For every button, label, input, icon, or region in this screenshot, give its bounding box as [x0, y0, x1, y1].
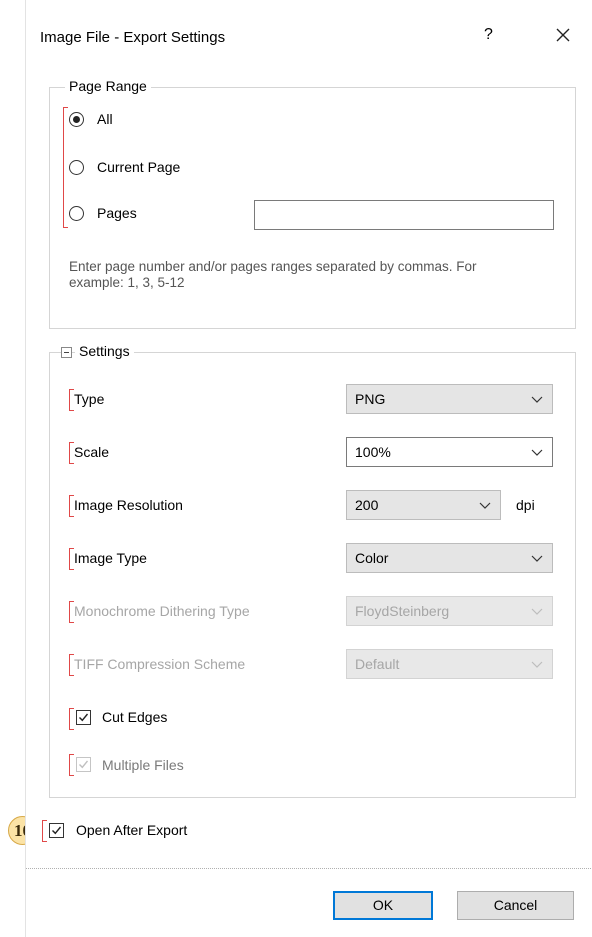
image-type-label: Image Type	[74, 550, 147, 566]
callout-bracket-1	[63, 107, 68, 228]
scale-value: 100%	[355, 444, 391, 460]
tiff-compression-label: TIFF Compression Scheme	[74, 656, 246, 672]
chevron-down-icon	[531, 396, 543, 403]
open-after-export-label: Open After Export	[76, 822, 188, 838]
pages-input[interactable]	[254, 200, 554, 230]
chevron-down-icon	[531, 449, 543, 456]
checkmark-icon	[52, 826, 62, 835]
dialog-title: Image File - Export Settings	[40, 29, 226, 46]
multiple-files-checkbox[interactable]	[76, 757, 91, 772]
tiff-compression-value: Default	[355, 656, 400, 672]
collapse-expander-icon[interactable]	[61, 347, 72, 358]
open-after-export-checkbox[interactable]	[49, 823, 64, 838]
dithering-value: FloydSteinberg	[355, 603, 450, 619]
tiff-compression-select[interactable]: Default	[346, 649, 553, 679]
dithering-label: Monochrome Dithering Type	[74, 603, 250, 619]
footer-separator	[26, 868, 592, 869]
image-type-value: Color	[355, 550, 389, 566]
type-label: Type	[74, 391, 105, 407]
chevron-down-icon	[531, 608, 543, 615]
ok-button[interactable]: OK	[333, 891, 433, 920]
radio-current-page[interactable]	[69, 160, 84, 175]
callout-bracket-8	[69, 708, 74, 730]
chevron-down-icon	[479, 502, 491, 509]
scale-label: Scale	[74, 444, 110, 460]
chevron-down-icon	[531, 555, 543, 562]
page-range-hint: Enter page number and/or pages ranges se…	[69, 259, 477, 290]
image-resolution-label: Image Resolution	[74, 497, 183, 513]
chevron-down-icon	[531, 661, 543, 668]
type-select[interactable]: PNG	[346, 384, 553, 414]
cancel-button[interactable]: Cancel	[457, 891, 574, 920]
page-range-legend: Page Range	[65, 78, 151, 94]
radio-all-label: All	[97, 111, 113, 127]
dithering-select[interactable]: FloydSteinberg	[346, 596, 553, 626]
resolution-select[interactable]: 200	[346, 490, 501, 520]
radio-all[interactable]	[69, 112, 84, 127]
resolution-unit: dpi	[516, 497, 535, 513]
callout-bracket-9	[69, 754, 74, 776]
radio-pages[interactable]	[69, 206, 84, 221]
checkmark-icon	[79, 713, 89, 722]
multiple-files-label: Multiple Files	[102, 757, 184, 773]
callout-bracket-10	[42, 820, 47, 842]
cut-edges-checkbox[interactable]	[76, 710, 91, 725]
radio-current-page-label: Current Page	[97, 159, 181, 175]
radio-pages-label: Pages	[97, 205, 137, 221]
type-value: PNG	[355, 391, 386, 407]
resolution-value: 200	[355, 497, 379, 513]
checkmark-icon	[79, 760, 89, 769]
export-settings-dialog: Image File - Export Settings ? Page Rang…	[25, 0, 592, 937]
cut-edges-label: Cut Edges	[102, 709, 168, 725]
settings-group	[49, 352, 576, 798]
scale-combobox[interactable]: 100%	[346, 437, 553, 467]
settings-legend: Settings	[75, 343, 134, 359]
close-icon[interactable]	[550, 22, 576, 48]
help-button[interactable]: ?	[484, 26, 493, 44]
image-type-select[interactable]: Color	[346, 543, 553, 573]
